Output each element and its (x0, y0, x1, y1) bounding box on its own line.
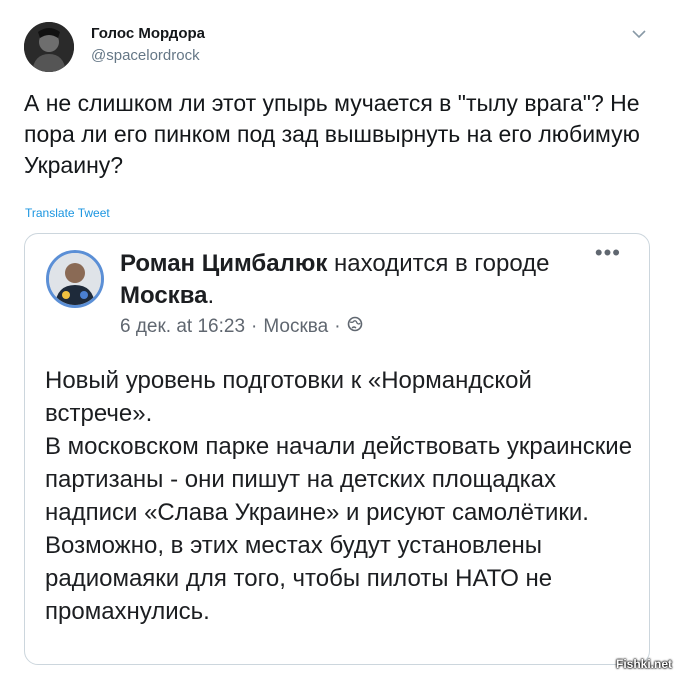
embedded-post-date: 6 дек. at 16:23 (120, 316, 246, 337)
author-handle[interactable]: @spacelordrock (91, 47, 200, 64)
tweet-text: А не слишком ли этот упырь мучается в "т… (24, 90, 640, 178)
translate-tweet-link[interactable]: Translate Tweet (25, 206, 110, 220)
embedded-post-body: Новый уровень подготовки к «Нормандской … (45, 364, 635, 628)
embedded-author-name: Роман Цимбалюк (120, 250, 328, 277)
chevron-down-icon[interactable] (632, 26, 646, 39)
embedded-body-line: Возможно, в этих местах будут установлен… (45, 532, 553, 625)
embedded-body-line: В московском парке начали действовать ук… (45, 433, 633, 526)
more-options-icon: ••• (594, 240, 621, 265)
author-avatar[interactable] (24, 22, 74, 72)
embedded-city: Москва (120, 282, 208, 309)
embedded-post-location: Москва (263, 316, 329, 337)
embedded-post-header: Роман Цимбалюк находится в городе Москва… (120, 248, 560, 312)
author-name[interactable]: Голос Мордора (91, 25, 205, 42)
embedded-author-avatar (46, 250, 104, 308)
meta-separator: · (251, 316, 258, 337)
globe-icon (347, 316, 363, 338)
watermark: Fishki.net (615, 657, 672, 671)
meta-separator: · (334, 316, 341, 337)
embedded-body-line: Новый уровень подготовки к «Нормандской … (45, 367, 532, 427)
embedded-image-card[interactable]: Роман Цимбалюк находится в городе Москва… (24, 233, 650, 665)
embedded-status-end: . (207, 282, 215, 309)
embedded-post-meta: 6 дек. at 16:23 · Москва · (120, 316, 363, 338)
embedded-status-text: находится в городе (334, 250, 550, 277)
tweet: Голос Мордора @spacelordrock А не слишко… (0, 0, 676, 675)
